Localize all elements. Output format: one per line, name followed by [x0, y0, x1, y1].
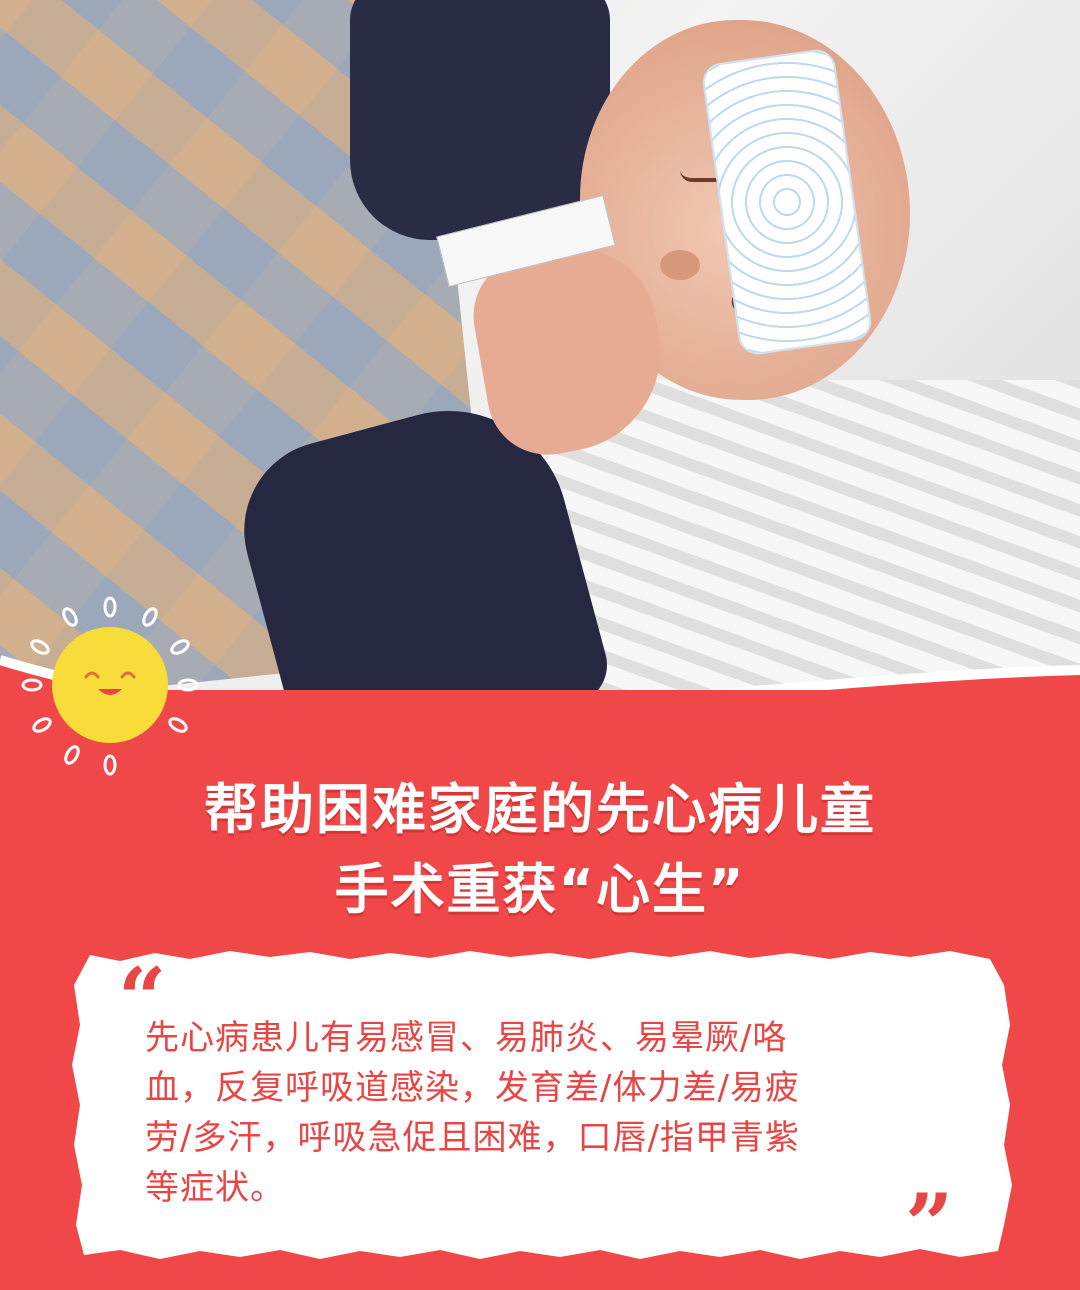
smiling-sun-icon	[21, 596, 199, 776]
quote-line: 劳/多汗，呼吸急促且困难，口唇/指甲青紫	[145, 1118, 800, 1158]
poster: 帮助困难家庭的先心病儿童 手术重获“心生” “ 先心病患儿有易感冒、易肺炎、易晕…	[0, 0, 1080, 1290]
headline-line-2: 手术重获“心生”	[334, 858, 746, 921]
quote-line: 血，反复呼吸道感染，发育差/体力差/易疲	[145, 1068, 800, 1108]
quote-line: 等症状。	[145, 1168, 285, 1208]
close-quote-mark: ”	[905, 1175, 954, 1274]
quote-line: 先心病患儿有易感冒、易肺炎、易晕厥/咯	[145, 1018, 788, 1058]
quote-card: “ 先心病患儿有易感冒、易肺炎、易晕厥/咯 血，反复呼吸道感染，发育差/体力差/…	[60, 945, 1020, 1274]
headline-line-1: 帮助困难家庭的先心病儿童	[204, 778, 876, 841]
quote-text: 先心病患儿有易感冒、易肺炎、易晕厥/咯 血，反复呼吸道感染，发育差/体力差/易疲…	[145, 1013, 965, 1213]
headline: 帮助困难家庭的先心病儿童 手术重获“心生”	[0, 770, 1080, 930]
baby-nose	[660, 250, 700, 280]
